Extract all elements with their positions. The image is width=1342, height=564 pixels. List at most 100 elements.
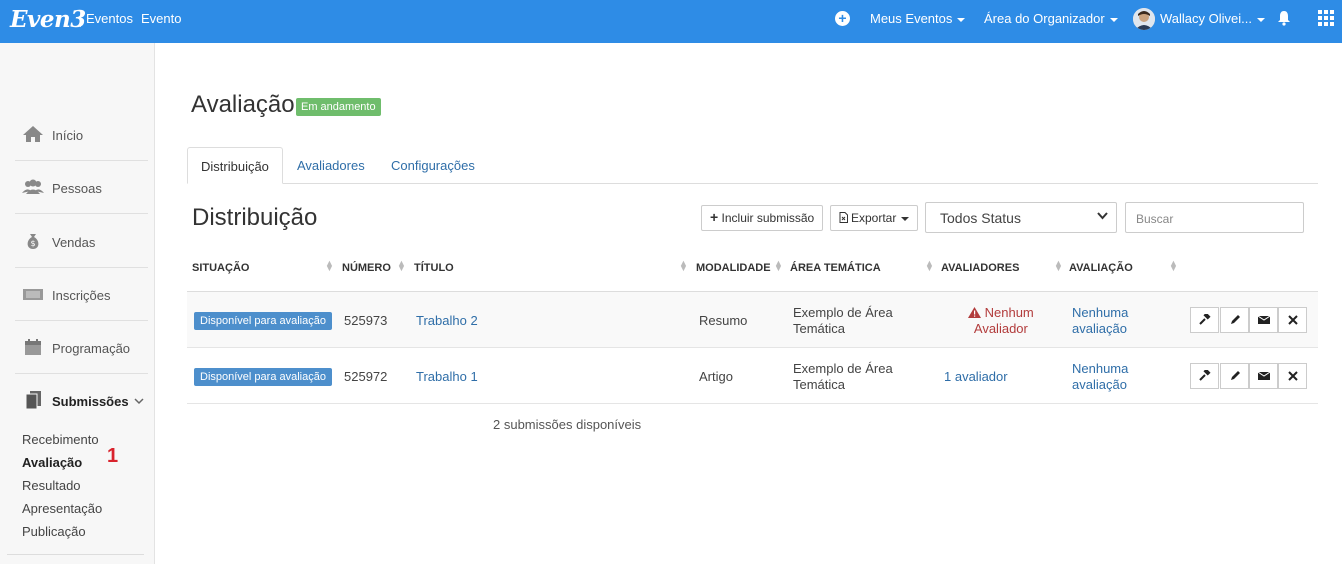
- column-header-modalidade[interactable]: MODALIDADE ▲ ▼: [696, 254, 783, 292]
- calendar-icon: [25, 339, 41, 355]
- logo-separator: [80, 11, 81, 27]
- gavel-icon: [1199, 314, 1211, 325]
- column-header-numero[interactable]: NÚMERO ▲ ▼: [342, 254, 406, 292]
- caret-down-icon: [1256, 17, 1265, 22]
- sidebar-item-inicio[interactable]: Início: [15, 108, 148, 161]
- page-title: Avaliação: [191, 91, 295, 118]
- caret-down-icon: [1109, 17, 1118, 22]
- sidebar-item-programacao[interactable]: Programação: [15, 321, 148, 374]
- pencil-icon: [1231, 315, 1240, 324]
- avaliadores-warning[interactable]: Nenhum Avaliador: [968, 305, 1034, 337]
- ticket-icon: [23, 289, 43, 300]
- sort-icon: ▲ ▼: [397, 258, 406, 273]
- submenu-publicacao[interactable]: Publicação: [22, 524, 86, 539]
- sidebar-item-vendas[interactable]: $ Vendas: [15, 215, 148, 268]
- column-header-titulo[interactable]: TÍTULO ▲ ▼: [414, 254, 688, 292]
- sidebar-item-inscricoes[interactable]: Inscrições: [15, 268, 148, 321]
- edit-button[interactable]: [1220, 363, 1249, 389]
- warning-icon: [968, 307, 981, 318]
- pencil-icon: [1231, 371, 1240, 380]
- column-header-avaliadores[interactable]: AVALIADORES ▲ ▼: [941, 254, 1063, 292]
- user-avatar[interactable]: [1133, 8, 1155, 30]
- status-filter-value: Todos Status: [940, 210, 1021, 226]
- nav-eventos-link[interactable]: Eventos: [86, 11, 133, 26]
- sidebar-item-submissoes[interactable]: Submissões: [15, 374, 148, 427]
- add-circle-icon[interactable]: +: [835, 11, 850, 26]
- area-organizador-label: Área do Organizador: [984, 11, 1105, 26]
- sidebar-item-label: Início: [52, 128, 84, 143]
- modalidade: Artigo: [699, 369, 733, 384]
- bell-icon[interactable]: [1277, 10, 1291, 31]
- tab-configuracoes[interactable]: Configurações: [378, 147, 488, 184]
- gavel-icon: [1199, 370, 1211, 381]
- submissions-count: 2 submissões disponíveis: [493, 417, 642, 432]
- avaliadores-link[interactable]: 1 avaliador: [944, 369, 1008, 385]
- sidebar-item-label: Programação: [52, 341, 131, 356]
- meus-eventos-label: Meus Eventos: [870, 11, 953, 26]
- sidebar-item-label: Submissões: [52, 394, 129, 409]
- add-submission-button[interactable]: + Incluir submissão: [701, 205, 824, 231]
- plus-icon: +: [710, 209, 719, 225]
- caret-down-icon: [957, 17, 966, 22]
- column-header-area-tematica[interactable]: ÁREA TEMÁTICA ▲ ▼: [790, 254, 934, 292]
- status-label: Disponível para avaliação: [194, 368, 332, 386]
- document-icon: [25, 391, 41, 409]
- table-row: Disponível para avaliação 525972 Trabalh…: [187, 348, 1318, 404]
- user-name: Wallacy Olivei...: [1160, 11, 1252, 26]
- chevron-down-icon[interactable]: [134, 398, 144, 405]
- submission-number: 525973: [344, 313, 388, 328]
- tab-avaliadores[interactable]: Avaliadores: [284, 147, 378, 184]
- meus-eventos-dropdown[interactable]: Meus Eventos: [870, 11, 966, 26]
- top-navbar: Even3 Eventos Evento + Meus Eventos Área…: [0, 0, 1342, 43]
- close-icon: [1288, 315, 1298, 325]
- tab-bar: Distribuição Avaliadores Configurações: [187, 147, 1318, 184]
- nav-evento-link[interactable]: Evento: [141, 11, 181, 26]
- file-icon: [839, 212, 848, 223]
- envelope-icon: [1258, 371, 1270, 380]
- email-button[interactable]: [1249, 307, 1278, 333]
- area-tematica: Exemplo de Área Temática: [793, 361, 893, 392]
- gavel-button[interactable]: [1190, 307, 1219, 333]
- avaliacao-link[interactable]: Nenhuma avaliação: [1072, 361, 1128, 393]
- sidebar: Início Pessoas $ Vendas Inscrições Progr…: [0, 43, 155, 564]
- modalidade: Resumo: [699, 313, 748, 328]
- delete-button[interactable]: [1278, 363, 1307, 389]
- submenu-resultado[interactable]: Resultado: [22, 478, 81, 493]
- annotation-number: 1: [107, 445, 119, 467]
- section-title: Distribuição: [192, 204, 318, 231]
- sort-icon: ▲ ▼: [925, 258, 934, 273]
- submenu-avaliacao[interactable]: Avaliação: [22, 455, 82, 470]
- sort-icon: ▲ ▼: [325, 258, 334, 273]
- status-label: Disponível para avaliação: [194, 312, 332, 330]
- user-menu-dropdown[interactable]: Wallacy Olivei...: [1160, 11, 1265, 26]
- tab-distribuicao[interactable]: Distribuição: [187, 147, 283, 184]
- status-filter-select[interactable]: Todos Status: [925, 202, 1117, 233]
- area-tematica: Exemplo de Área Temática: [793, 305, 893, 336]
- add-submission-label: Incluir submissão: [721, 211, 815, 225]
- avaliacao-link[interactable]: Nenhuma avaliação: [1072, 305, 1128, 337]
- submission-title-link[interactable]: Trabalho 2: [416, 313, 478, 329]
- area-organizador-dropdown[interactable]: Área do Organizador: [984, 11, 1118, 26]
- home-icon: [23, 126, 43, 142]
- gavel-button[interactable]: [1190, 363, 1219, 389]
- table-row: Disponível para avaliação 525973 Trabalh…: [187, 292, 1318, 348]
- svg-text:$: $: [30, 239, 35, 248]
- search-input[interactable]: Buscar: [1125, 202, 1304, 233]
- sidebar-item-pessoas[interactable]: Pessoas: [15, 161, 148, 214]
- submenu-recebimento[interactable]: Recebimento: [22, 432, 99, 447]
- apps-grid-icon[interactable]: [1318, 10, 1334, 26]
- sort-icon: ▲ ▼: [1169, 258, 1178, 273]
- even3-logo[interactable]: Even3: [10, 6, 86, 33]
- money-bag-icon: $: [27, 234, 39, 249]
- delete-button[interactable]: [1278, 307, 1307, 333]
- column-header-avaliacao[interactable]: AVALIAÇÃO ▲ ▼: [1069, 254, 1178, 292]
- submission-title-link[interactable]: Trabalho 1: [416, 369, 478, 385]
- edit-button[interactable]: [1220, 307, 1249, 333]
- sidebar-divider: [7, 554, 144, 555]
- export-label: Exportar: [851, 211, 897, 225]
- email-button[interactable]: [1249, 363, 1278, 389]
- submenu-apresentacao[interactable]: Apresentação: [22, 501, 102, 516]
- export-button[interactable]: Exportar: [830, 205, 919, 231]
- column-header-situacao[interactable]: SITUAÇÃO ▲ ▼: [192, 254, 334, 292]
- close-icon: [1288, 371, 1298, 381]
